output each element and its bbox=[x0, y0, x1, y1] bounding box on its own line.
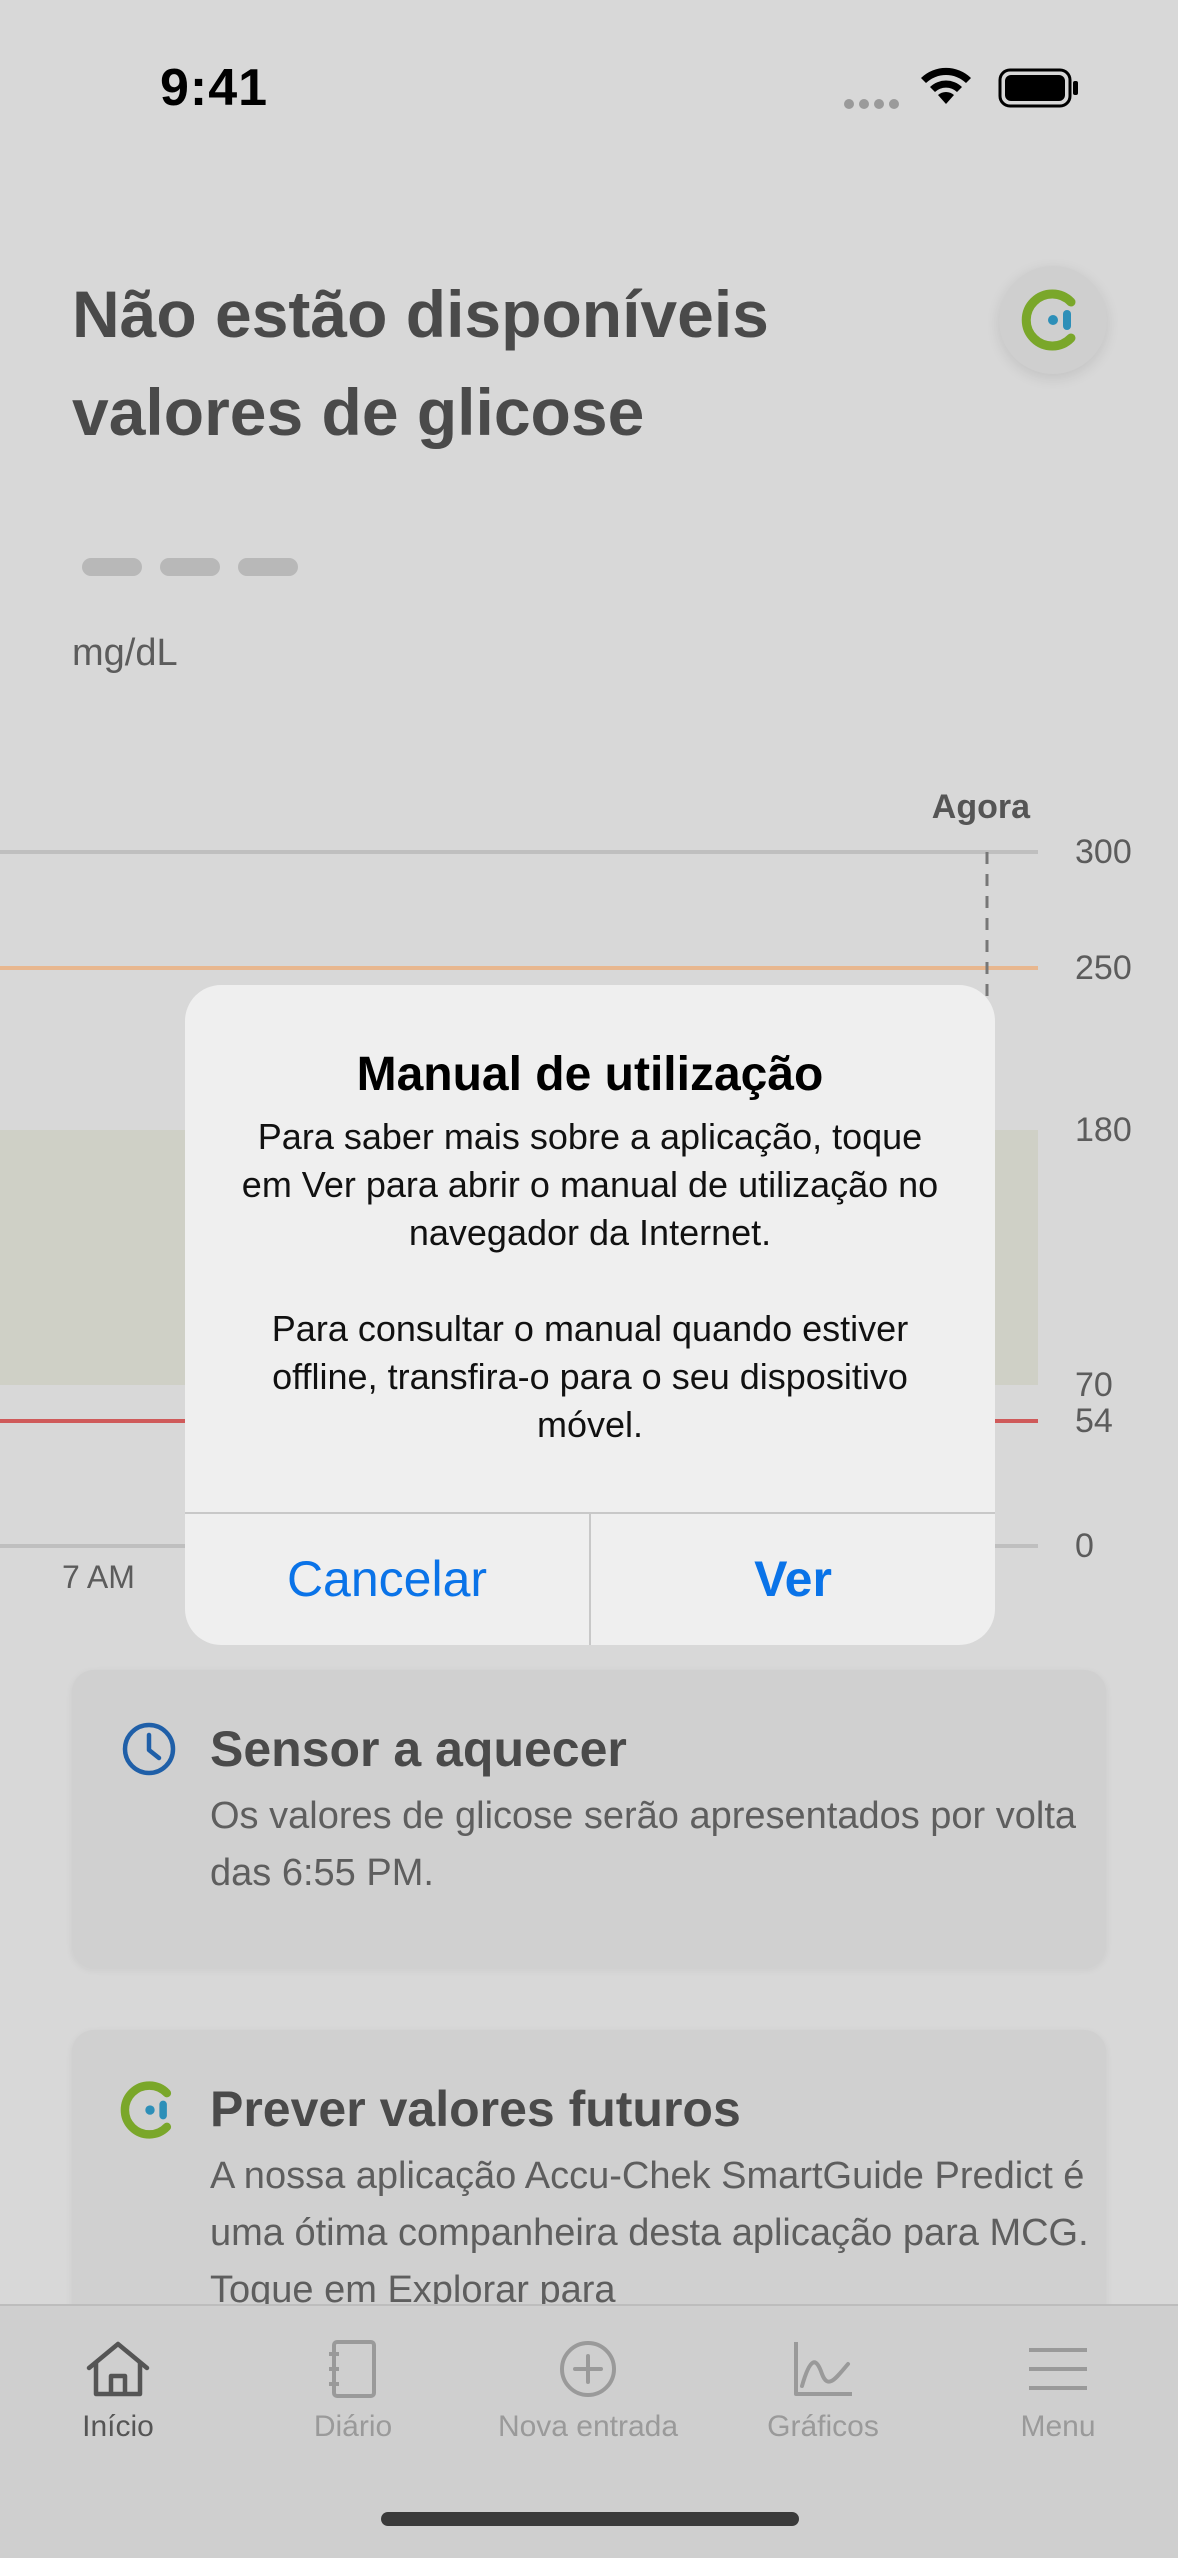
predict-app-card[interactable]: Prever valores futuros A nossa aplicação… bbox=[72, 2030, 1106, 2350]
smartguide-logo-button[interactable] bbox=[999, 266, 1107, 374]
now-label: Agora bbox=[932, 790, 1031, 826]
wifi-icon bbox=[921, 67, 971, 104]
graph-icon bbox=[794, 2342, 852, 2396]
tab-label: Nova entrada bbox=[497, 2410, 679, 2443]
smartguide-logo-icon bbox=[1021, 289, 1076, 351]
glucose-unit: mg/dL bbox=[72, 632, 178, 674]
tab-label: Gráficos bbox=[767, 2410, 879, 2443]
view-button[interactable]: Ver bbox=[591, 1514, 995, 1645]
y-tick-70: 70 bbox=[1075, 1366, 1113, 1404]
alert-message: Para saber mais sobre a aplicação, toque… bbox=[235, 1113, 945, 1449]
y-tick-54: 54 bbox=[1075, 1402, 1113, 1440]
tab-new-entry[interactable]: Nova entrada bbox=[478, 2338, 698, 2444]
tab-label: Menu bbox=[1020, 2410, 1096, 2443]
cellular-signal-icon bbox=[844, 96, 904, 114]
card-title: Prever valores futuros bbox=[210, 2081, 741, 2137]
tab-label: Início bbox=[82, 2410, 154, 2443]
card-body: Os valores de glicose serão apresentados… bbox=[210, 1795, 1077, 1894]
alert-message-line-2: Para consultar o manual quando estiver o… bbox=[271, 1308, 909, 1445]
status-time: 9:41 bbox=[160, 59, 269, 117]
tab-menu[interactable]: Menu bbox=[948, 2338, 1168, 2444]
tab-diary[interactable]: Diário bbox=[243, 2338, 463, 2444]
plus-circle-icon bbox=[560, 2341, 616, 2397]
home-icon bbox=[86, 2341, 150, 2397]
user-manual-alert: Manual de utilização Para saber mais sob… bbox=[185, 985, 995, 1645]
y-tick-180: 180 bbox=[1075, 1111, 1132, 1149]
glucose-placeholder-dash bbox=[160, 558, 220, 576]
smartguide-logo-icon bbox=[120, 2081, 172, 2139]
card-body: A nossa aplicação Accu-Chek SmartGuide P… bbox=[210, 2155, 1089, 2311]
tab-home[interactable]: Início bbox=[8, 2338, 228, 2444]
tab-label: Diário bbox=[313, 2410, 393, 2443]
cancel-button[interactable]: Cancelar bbox=[185, 1514, 589, 1645]
glucose-placeholder-dash bbox=[238, 558, 298, 576]
diary-icon bbox=[329, 2340, 376, 2398]
alert-message-line-1: Para saber mais sobre a aplicação, toque… bbox=[241, 1116, 939, 1253]
glucose-placeholder-dash bbox=[82, 558, 142, 576]
alert-title: Manual de utilização bbox=[356, 1048, 824, 1101]
page-title: Não estão disponíveis valores de glicose bbox=[72, 277, 769, 449]
y-tick-250: 250 bbox=[1075, 949, 1132, 987]
tab-graphs[interactable]: Gráficos bbox=[713, 2338, 933, 2444]
y-tick-300: 300 bbox=[1075, 833, 1132, 871]
menu-icon bbox=[1029, 2348, 1087, 2390]
y-tick-0: 0 bbox=[1075, 1527, 1094, 1565]
battery-icon bbox=[998, 68, 1078, 108]
clock-icon bbox=[122, 1722, 176, 1776]
home-indicator[interactable] bbox=[381, 2512, 799, 2526]
x-tick-7am: 7 AM bbox=[62, 1559, 135, 1595]
sensor-warmup-card[interactable]: Sensor a aquecer Os valores de glicose s… bbox=[72, 1670, 1106, 1968]
card-title: Sensor a aquecer bbox=[210, 1721, 627, 1777]
